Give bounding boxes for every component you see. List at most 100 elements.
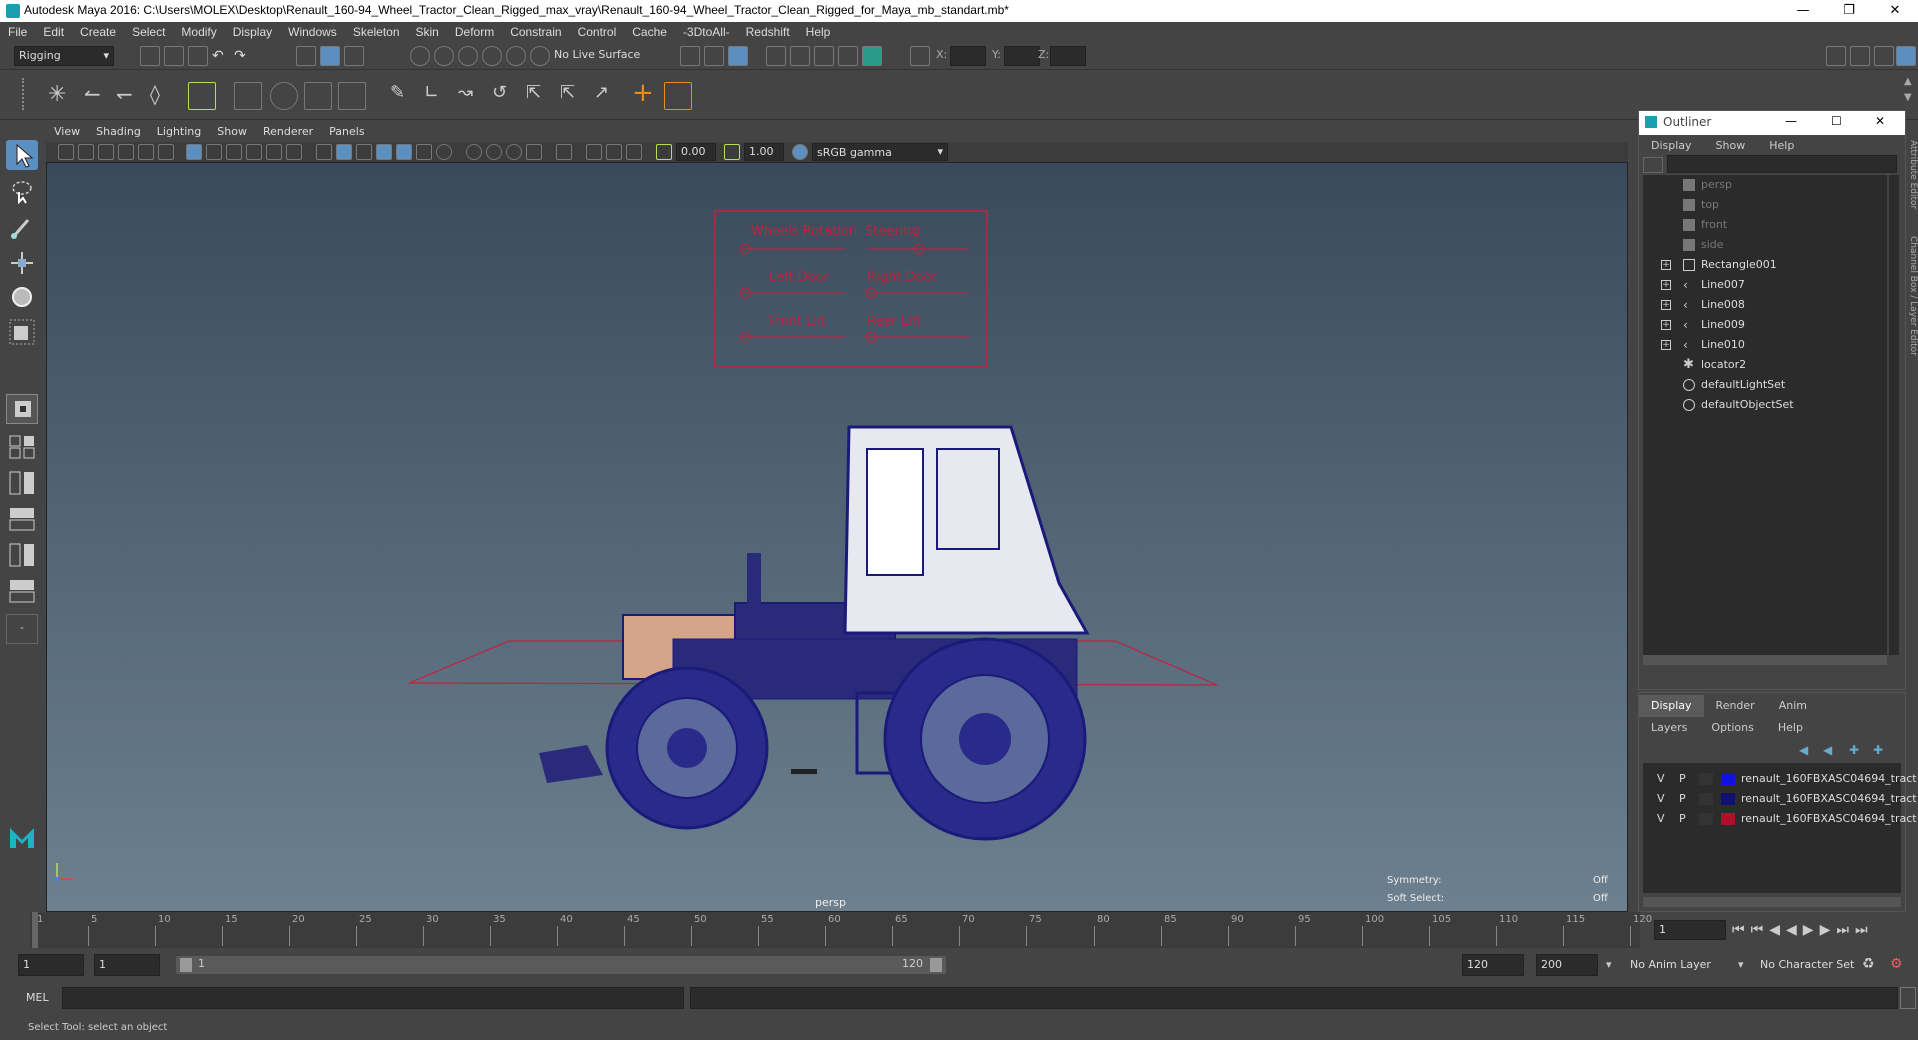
menu-item[interactable]: Help (798, 22, 839, 42)
gamma-field[interactable]: 1.00 (744, 143, 784, 161)
menu-item[interactable]: Windows (280, 22, 345, 42)
new-layer-icon[interactable]: ✚ (1849, 743, 1859, 757)
menu-item[interactable]: Constrain (502, 22, 569, 42)
outliner-item-front[interactable]: front (1643, 215, 1883, 235)
smooth-bind-icon[interactable] (270, 82, 298, 110)
layer-row[interactable]: V P renault_160FBXASC04694_tract (1649, 809, 1917, 829)
input-ops-icon[interactable] (680, 46, 700, 66)
auto-key-icon[interactable]: ♻ (1862, 956, 1875, 972)
chevron-down-icon[interactable]: ▾ (1738, 958, 1744, 971)
go-to-start-icon[interactable]: ⏮ (1732, 922, 1751, 938)
layer-horizontal-scrollbar[interactable] (1643, 897, 1901, 907)
lasso-tool-icon[interactable] (6, 176, 38, 206)
color-management-icon[interactable] (792, 144, 808, 160)
layer-visibility-toggle[interactable]: V (1657, 809, 1665, 829)
orient-joint-icon[interactable] (188, 82, 216, 110)
xray-active-icon[interactable] (606, 144, 622, 160)
outliner-item-locator2[interactable]: ✱ locator2 (1643, 355, 1883, 375)
layer-move-up-icon[interactable]: ◀ (1799, 743, 1808, 757)
layer-menu-item[interactable]: Layers (1639, 717, 1699, 739)
single-perspective-layout-icon[interactable] (6, 394, 38, 424)
exposure-icon[interactable] (656, 144, 672, 160)
outliner-item-line008[interactable]: + ‹ Line008 (1643, 295, 1883, 315)
output-ops-icon[interactable] (704, 46, 724, 66)
default-material-icon[interactable] (356, 144, 372, 160)
outliner-menu-item[interactable]: Help (1757, 135, 1806, 157)
safe-action-icon[interactable] (286, 144, 302, 160)
outliner-filter-icon[interactable] (1643, 157, 1663, 173)
undo-icon[interactable]: ↶ (212, 48, 230, 66)
animation-start-field[interactable]: 1 (18, 954, 84, 976)
lattice-icon[interactable] (304, 82, 332, 110)
layer-visibility-toggle[interactable]: V (1657, 769, 1665, 789)
menu-item[interactable]: Display (225, 22, 280, 42)
outliner-close-button[interactable]: ✕ (1875, 114, 1885, 128)
xray-icon[interactable] (396, 144, 412, 160)
render-frame-icon[interactable] (790, 46, 810, 66)
layer-color-swatch[interactable] (1721, 793, 1735, 805)
chevron-down-icon[interactable]: ▾ (1606, 958, 1612, 971)
field-chart-icon[interactable] (266, 144, 282, 160)
layer-display-type-icon[interactable] (1699, 813, 1713, 825)
outliner-menu-item[interactable]: Display (1639, 135, 1704, 157)
layer-menu-item[interactable]: Help (1766, 717, 1815, 739)
render-settings-icon[interactable] (838, 46, 858, 66)
outliner-item-top[interactable]: top (1643, 195, 1883, 215)
snap-view-plane-icon[interactable] (482, 46, 502, 66)
create-handle-icon[interactable] (664, 82, 692, 110)
exposure-field[interactable]: 0.00 (676, 143, 716, 161)
menu-item[interactable]: Skin (408, 22, 447, 42)
isolate-select-icon[interactable] (556, 144, 572, 160)
pole-vector-icon[interactable]: ↗ (594, 82, 618, 106)
script-editor-layout-icon[interactable] (6, 576, 38, 606)
x-coordinate-field[interactable] (950, 46, 986, 66)
grid-toggle-icon[interactable] (186, 144, 202, 160)
viewport-menu-item[interactable]: View (46, 122, 88, 142)
render-view-icon[interactable] (766, 46, 786, 66)
script-editor-icon[interactable] (1900, 987, 1916, 1009)
shadows-icon[interactable] (466, 144, 482, 160)
step-forward-key-icon[interactable]: ⏭ (1836, 922, 1855, 938)
select-camera-icon[interactable] (58, 144, 74, 160)
mirror-joint-icon[interactable]: ◊ (150, 82, 174, 106)
outliner-menu-item[interactable]: Show (1704, 135, 1758, 157)
go-to-end-icon[interactable]: ⏭ (1855, 922, 1874, 938)
lights-icon[interactable] (436, 144, 452, 160)
step-forward-frame-icon[interactable]: ▶ (1820, 922, 1837, 938)
scale-constraint-icon[interactable]: ⇱ (526, 82, 550, 106)
z-coordinate-field[interactable] (1050, 46, 1086, 66)
viewport-menu-item[interactable]: Show (209, 122, 255, 142)
menu-item[interactable]: Select (124, 22, 173, 42)
layer-display-type-icon[interactable] (1699, 773, 1713, 785)
redo-icon[interactable]: ↷ (234, 48, 252, 66)
character-set-dropdown[interactable]: No Character Set (1760, 958, 1854, 971)
ipr-render-icon[interactable] (814, 46, 834, 66)
layer-playback-toggle[interactable]: P (1679, 789, 1686, 809)
aim-constraint-icon[interactable]: ↝ (458, 82, 482, 106)
close-button[interactable]: ✕ (1872, 0, 1918, 22)
snap-center-icon[interactable] (530, 46, 550, 66)
snap-grid-icon[interactable] (410, 46, 430, 66)
perspective-viewport[interactable]: Wheels Rotation Steering Left Door Right… (46, 162, 1628, 912)
outliner-item-side[interactable]: side (1643, 235, 1883, 255)
channel-box-toggle-icon[interactable] (1896, 46, 1916, 66)
layer-color-swatch[interactable] (1721, 813, 1735, 825)
anim-layer-dropdown[interactable]: No Anim Layer (1630, 958, 1711, 971)
wireframe-shading-icon[interactable] (316, 144, 332, 160)
time-slider[interactable]: 1 5 10 15 20 25 30 35 40 45 50 55 60 65 70 75 80 85 90 95 10… (0, 912, 1918, 948)
select-hierarchy-icon[interactable] (296, 46, 316, 66)
ambient-occlusion-icon[interactable] (486, 144, 502, 160)
locator-shelf-icon[interactable]: + (632, 80, 658, 106)
bookmark-icon[interactable] (98, 144, 114, 160)
step-back-key-icon[interactable]: ⏮ (1751, 922, 1770, 938)
viewport-menu-item[interactable]: Panels (321, 122, 372, 142)
xray-joints-icon[interactable] (586, 144, 602, 160)
outliner-item-line010[interactable]: + ‹ Line010 (1643, 335, 1883, 355)
smooth-shading-icon[interactable] (336, 144, 352, 160)
command-language-label[interactable]: MEL (26, 991, 49, 1004)
gate-mask-icon[interactable] (246, 144, 262, 160)
rotate-tool-icon[interactable] (6, 282, 38, 312)
snap-point-icon[interactable] (458, 46, 478, 66)
outliner-item-line009[interactable]: + ‹ Line009 (1643, 315, 1883, 335)
move-tool-icon[interactable] (6, 248, 38, 278)
